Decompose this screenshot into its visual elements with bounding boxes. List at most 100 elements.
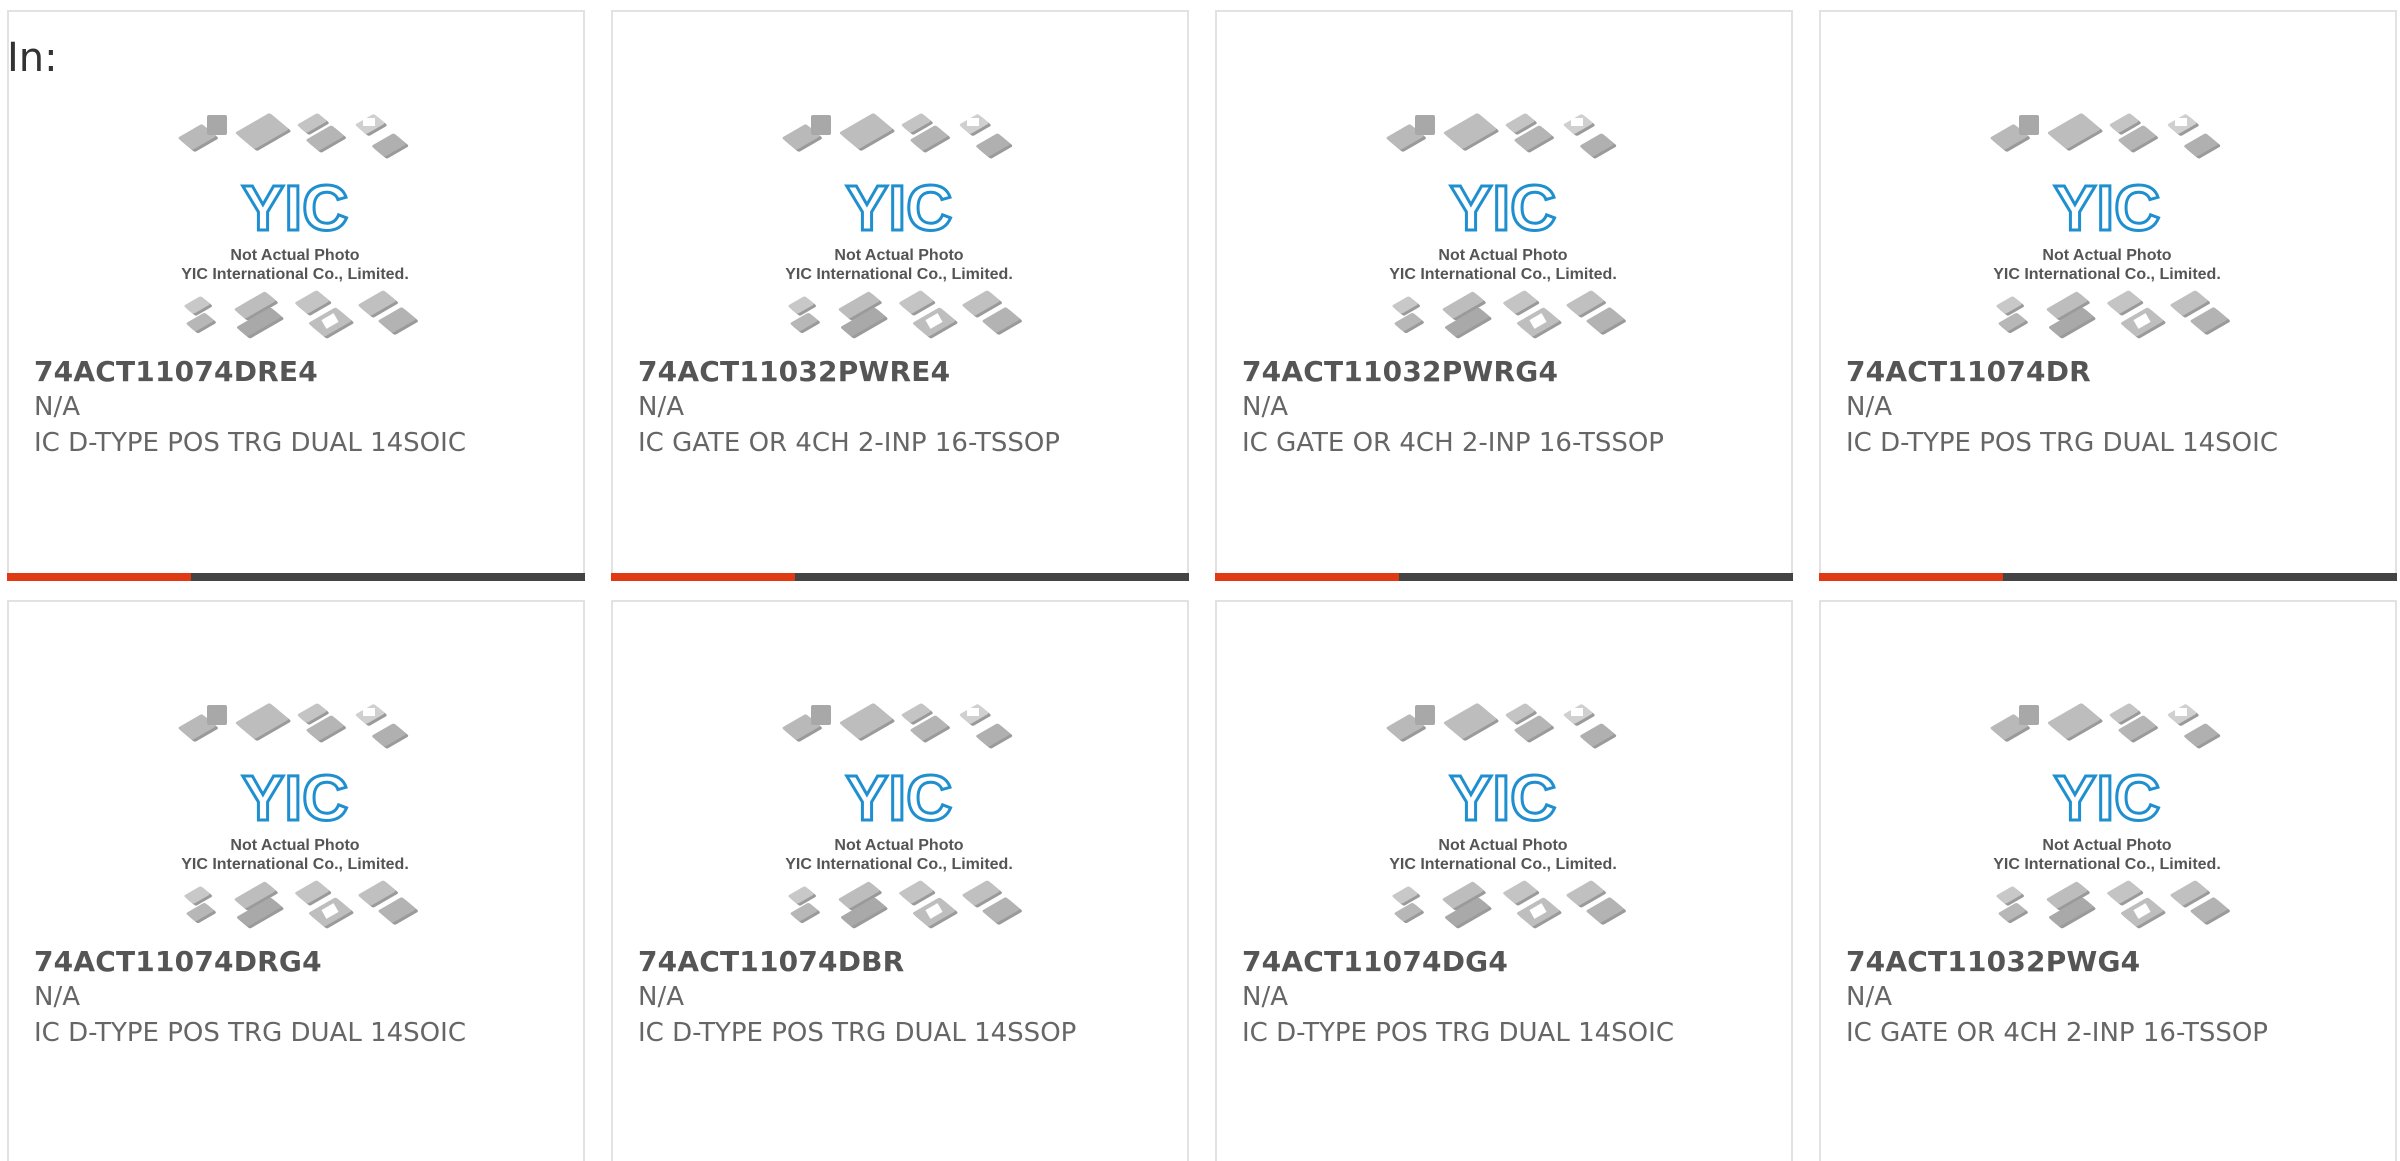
description: IC GATE OR 4CH 2-INP 16-TSSOP <box>1846 1018 2268 1048</box>
card-footer-accent <box>7 573 191 581</box>
manufacturer: N/A <box>638 982 684 1012</box>
yic-logo-text: YIC <box>1450 172 1557 244</box>
chip-shape <box>2175 708 2187 716</box>
chip-shape <box>207 705 227 725</box>
chip-shape <box>1998 903 2028 923</box>
chip-shape <box>976 133 1013 159</box>
chip-shape <box>1415 115 1435 135</box>
product-photo-placeholder: YIC Not Actual Photo YIC International Co.… <box>1979 690 2249 940</box>
chip-shape <box>1571 708 1583 716</box>
yic-logo-text: YIC <box>2054 762 2161 834</box>
photo-caption-line1: Not Actual Photo <box>1438 837 1567 854</box>
chip-shape <box>184 886 213 906</box>
product-photo-placeholder: YIC Not Actual Photo YIC International Co.… <box>1375 100 1645 350</box>
chip-shape <box>1580 723 1617 749</box>
part-number-link[interactable]: 74ACT11074DRE4 <box>34 355 318 388</box>
chip-shape <box>1394 903 1424 923</box>
chip-shape <box>2019 115 2039 135</box>
chip-shape <box>790 313 820 333</box>
product-photo-placeholder: YIC Not Actual Photo YIC International Co.… <box>771 690 1041 940</box>
photo-caption-line1: Not Actual Photo <box>230 247 359 264</box>
chip-shape <box>2047 113 2103 151</box>
part-number-link[interactable]: 74ACT11074DRG4 <box>34 945 322 978</box>
photo-caption-line1: Not Actual Photo <box>1438 247 1567 264</box>
chip-shape <box>295 290 332 316</box>
chip-shape <box>1503 880 1540 906</box>
yic-logo-text: YIC <box>242 762 349 834</box>
description: IC GATE OR 4CH 2-INP 16-TSSOP <box>638 428 1060 458</box>
manufacturer: N/A <box>638 392 684 422</box>
chip-shape <box>372 723 409 749</box>
product-card[interactable]: YIC Not Actual Photo YIC International Co.… <box>7 10 585 581</box>
chip-shape <box>788 886 817 906</box>
product-photo-placeholder: YIC Not Actual Photo YIC International Co.… <box>771 100 1041 350</box>
chip-shape <box>2184 723 2221 749</box>
product-card[interactable]: YIC Not Actual Photo YIC International Co.… <box>7 600 585 1161</box>
card-footer-bar <box>1819 573 2397 581</box>
chip-shape <box>839 113 895 151</box>
chip-shape <box>186 313 216 333</box>
card-footer-bar <box>7 573 585 581</box>
photo-caption-line2: YIC International Co., Limited. <box>785 856 1013 873</box>
part-number-link[interactable]: 74ACT11032PWRG4 <box>1242 355 1558 388</box>
manufacturer: N/A <box>34 392 80 422</box>
yic-logo-text: YIC <box>1450 762 1557 834</box>
card-footer-bar <box>1215 573 1793 581</box>
yic-logo-text: YIC <box>846 762 953 834</box>
product-card[interactable]: YIC Not Actual Photo YIC International Co.… <box>1215 10 1793 581</box>
product-photo-placeholder: YIC Not Actual Photo YIC International Co.… <box>1979 100 2249 350</box>
photo-caption-line1: Not Actual Photo <box>2042 837 2171 854</box>
chip-shape <box>1443 703 1499 741</box>
part-number-link[interactable]: 74ACT11074DG4 <box>1242 945 1508 978</box>
manufacturer: N/A <box>1242 982 1288 1012</box>
photo-caption-line2: YIC International Co., Limited. <box>181 856 409 873</box>
yic-logo-text: YIC <box>242 172 349 244</box>
part-number-link[interactable]: 74ACT11074DBR <box>638 945 904 978</box>
photo-caption-line1: Not Actual Photo <box>834 837 963 854</box>
chip-shape <box>2175 118 2187 126</box>
photo-caption-line2: YIC International Co., Limited. <box>181 266 409 283</box>
chip-shape <box>788 296 817 316</box>
product-card[interactable]: YIC Not Actual Photo YIC International Co.… <box>1215 600 1793 1161</box>
chip-shape <box>2107 880 2144 906</box>
card-footer-accent <box>611 573 795 581</box>
chip-shape <box>2047 703 2103 741</box>
chip-shape <box>1580 133 1617 159</box>
chip-shape <box>839 703 895 741</box>
description: IC D-TYPE POS TRG DUAL 14SOIC <box>1242 1018 1674 1048</box>
description: IC D-TYPE POS TRG DUAL 14SOIC <box>1846 428 2278 458</box>
page: In: YIC Not Actual Photo YIC International… <box>0 0 2400 1161</box>
chip-shape <box>1996 296 2025 316</box>
description: IC D-TYPE POS TRG DUAL 14SSOP <box>638 1018 1077 1048</box>
yic-logo-text: YIC <box>2054 172 2161 244</box>
product-card[interactable]: YIC Not Actual Photo YIC International Co.… <box>1819 10 2397 581</box>
photo-caption-line2: YIC International Co., Limited. <box>1993 856 2221 873</box>
chip-shape <box>295 880 332 906</box>
yic-logo-text: YIC <box>846 172 953 244</box>
chip-shape <box>899 880 936 906</box>
chip-shape <box>967 118 979 126</box>
chip-shape <box>1503 290 1540 316</box>
product-card[interactable]: YIC Not Actual Photo YIC International Co.… <box>611 10 1189 581</box>
chip-shape <box>967 708 979 716</box>
chip-shape <box>1443 113 1499 151</box>
product-photo-placeholder: YIC Not Actual Photo YIC International Co.… <box>1375 690 1645 940</box>
part-number-link[interactable]: 74ACT11032PWG4 <box>1846 945 2140 978</box>
chip-shape <box>1392 886 1421 906</box>
product-card[interactable]: YIC Not Actual Photo YIC International Co.… <box>611 600 1189 1161</box>
chip-shape <box>899 290 936 316</box>
chip-shape <box>235 703 291 741</box>
photo-caption-line2: YIC International Co., Limited. <box>1389 266 1617 283</box>
chip-shape <box>235 113 291 151</box>
chip-shape <box>207 115 227 135</box>
manufacturer: N/A <box>34 982 80 1012</box>
part-number-link[interactable]: 74ACT11032PWRE4 <box>638 355 950 388</box>
part-number-link[interactable]: 74ACT11074DR <box>1846 355 2091 388</box>
product-photo-placeholder: YIC Not Actual Photo YIC International Co.… <box>167 690 437 940</box>
product-card[interactable]: YIC Not Actual Photo YIC International Co.… <box>1819 600 2397 1161</box>
card-footer-accent <box>1819 573 2003 581</box>
chip-shape <box>363 118 375 126</box>
description: IC D-TYPE POS TRG DUAL 14SOIC <box>34 1018 466 1048</box>
photo-caption-line1: Not Actual Photo <box>230 837 359 854</box>
chip-shape <box>1392 296 1421 316</box>
